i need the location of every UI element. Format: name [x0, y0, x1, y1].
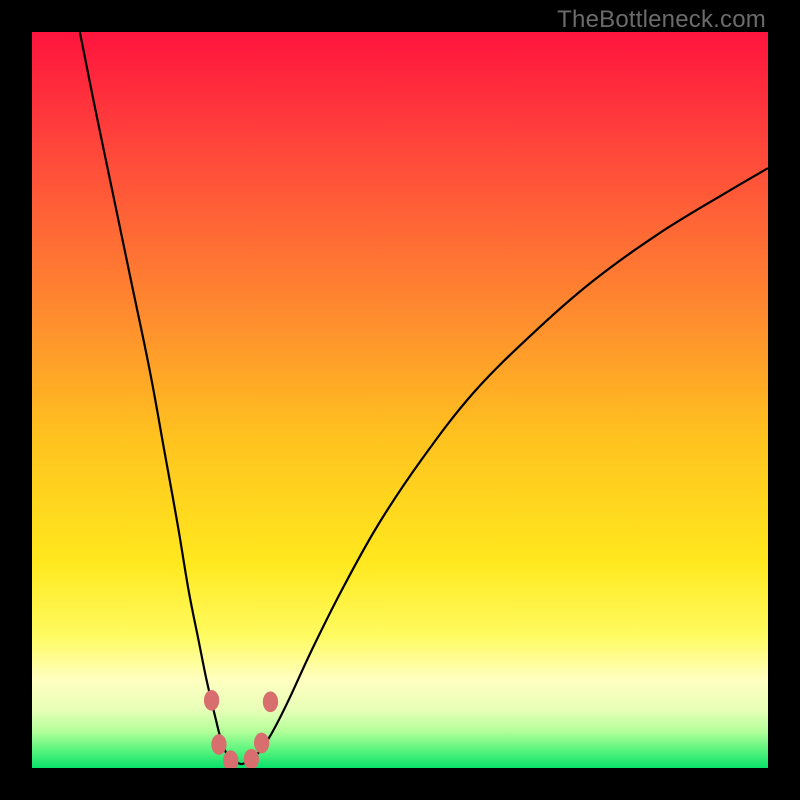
curve-left-branch [80, 32, 242, 764]
curve-marker [204, 690, 219, 711]
bottom-markers [204, 690, 278, 768]
plot-area [32, 32, 768, 768]
curve-layer [32, 32, 768, 768]
watermark-label: TheBottleneck.com [557, 6, 766, 34]
curve-marker [254, 733, 269, 754]
curve-right-branch [242, 168, 768, 764]
curve-marker [263, 691, 278, 712]
chart-frame: TheBottleneck.com [0, 0, 800, 800]
curve-marker [244, 749, 259, 768]
curve-marker [211, 734, 226, 755]
